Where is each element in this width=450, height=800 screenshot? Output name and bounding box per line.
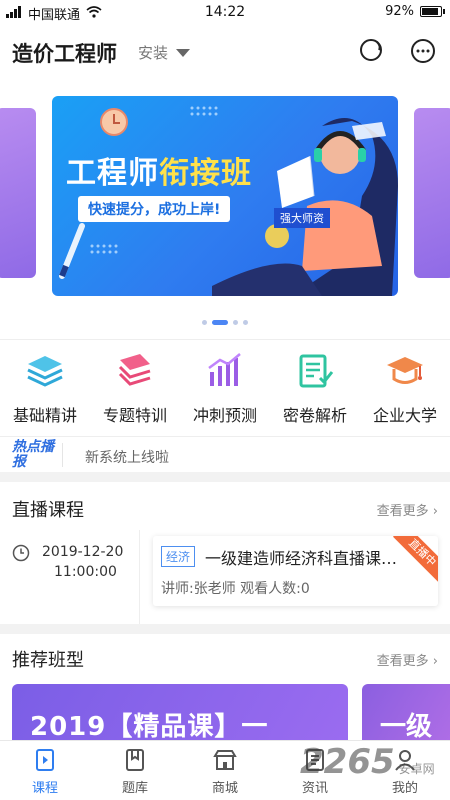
graduation-cap-icon: [387, 357, 423, 384]
site-watermark: 2265 安卓网: [300, 742, 435, 782]
carousel-dot-active[interactable]: [212, 320, 228, 325]
tab-course[interactable]: 课程: [0, 741, 90, 800]
chevron-right-icon: ›: [432, 504, 438, 519]
category-papers[interactable]: 密卷解析: [270, 350, 360, 430]
banner-tagline: 快速提分，成功上岸!: [78, 196, 231, 222]
category-university[interactable]: 企业大学: [360, 350, 450, 430]
hot-news-bar[interactable]: 热点播报 新系统上线啦: [0, 436, 450, 472]
divider: [62, 443, 63, 467]
section-title: 直播课程: [12, 500, 84, 521]
view-more-link[interactable]: 查看更多 ›: [377, 650, 438, 669]
section-title: 推荐班型: [12, 650, 84, 671]
chevron-right-icon: ›: [432, 654, 438, 669]
install-dropdown[interactable]: 安装: [138, 42, 168, 63]
bookmark-book-icon: [126, 749, 144, 771]
category-label: 专题特训: [102, 406, 167, 425]
recommend-card-title: 一级: [380, 712, 433, 742]
next-slide-peek[interactable]: [414, 108, 450, 278]
banner-slide[interactable]: 工程师衔接班 快速提分，成功上岸! 强大师资: [52, 96, 398, 296]
category-label: 企业大学: [372, 406, 437, 425]
search-icon: [360, 39, 382, 61]
banner-carousel[interactable]: 工程师衔接班 快速提分，成功上岸! 强大师资: [0, 92, 450, 307]
clock-icon: [12, 544, 30, 562]
teacher-badge: 强大师资: [274, 208, 330, 228]
play-book-icon: [36, 749, 54, 771]
live-date: 2019-12-20: [42, 544, 124, 560]
prev-slide-peek[interactable]: [0, 108, 36, 278]
live-course-title: 一级建造师经济科直播课…: [205, 549, 398, 568]
hot-news-text[interactable]: 新系统上线啦: [85, 447, 169, 467]
checklist-icon: [299, 354, 334, 388]
view-more-link[interactable]: 查看更多 ›: [377, 500, 438, 519]
live-ribbon: 直播中: [393, 536, 438, 582]
divider: [0, 339, 450, 340]
status-bar: 中国联通 14:22 92%: [0, 0, 450, 24]
recommend-carousel[interactable]: 2019【精品课】一 一级: [0, 680, 450, 754]
category-label: 基础精讲: [12, 406, 77, 425]
hot-news-tag: 热点播报: [12, 439, 54, 470]
battery-icon: [420, 6, 445, 17]
live-time-column: 2019-12-20 11:00:00: [0, 530, 140, 624]
caret-down-icon[interactable]: [176, 49, 190, 57]
live-course-row[interactable]: 2019-12-20 11:00:00 经济 一级建造师经济科直播课… 讲师:张…: [0, 530, 450, 624]
tab-label: 题库: [121, 781, 148, 796]
recommend-section-header: 推荐班型 查看更多 ›: [0, 638, 450, 678]
bar-chart-icon: [208, 353, 241, 386]
subject-badge: 经济: [161, 546, 196, 567]
app-header: 造价工程师 安装: [0, 28, 450, 74]
clock-time: 14:22: [204, 4, 246, 20]
carousel-dot[interactable]: [233, 320, 238, 325]
live-time: 11:00:00: [54, 564, 117, 580]
section-gap: [0, 472, 450, 482]
category-label: 冲刺预测: [192, 406, 257, 425]
layers-icon: [27, 356, 63, 387]
chat-bubble-icon: [411, 39, 435, 63]
tab-question-bank[interactable]: 题库: [90, 741, 180, 800]
book-stack-icon: [118, 354, 151, 386]
tab-label: 商城: [211, 781, 238, 796]
recommend-card-title: 2019【精品课】一: [30, 712, 269, 742]
live-section-header: 直播课程 查看更多 ›: [0, 488, 450, 528]
carousel-dot[interactable]: [243, 320, 248, 325]
carousel-dot[interactable]: [202, 320, 207, 325]
tab-label: 课程: [31, 781, 58, 796]
category-special[interactable]: 专题特训: [90, 350, 180, 430]
carousel-indicator: [0, 320, 450, 325]
category-grid: 基础精讲 专题特训 冲刺预测 密卷解析 企业大学: [0, 350, 450, 430]
live-course-meta: 讲师:张老师 观看人数:0: [161, 581, 310, 597]
search-button[interactable]: [357, 36, 387, 66]
store-icon: [213, 750, 237, 770]
tab-store[interactable]: 商城: [180, 741, 270, 800]
category-basic[interactable]: 基础精讲: [0, 350, 90, 430]
banner-title: 工程师衔接班: [66, 156, 252, 191]
battery-percent: 92%: [385, 4, 414, 19]
message-button[interactable]: [408, 36, 438, 66]
live-course-card[interactable]: 经济 一级建造师经济科直播课… 讲师:张老师 观看人数:0 直播中: [153, 536, 438, 606]
category-sprint[interactable]: 冲刺预测: [180, 350, 270, 430]
section-gap: [0, 624, 450, 634]
page-title: 造价工程师: [12, 42, 117, 66]
category-label: 密卷解析: [282, 406, 347, 425]
